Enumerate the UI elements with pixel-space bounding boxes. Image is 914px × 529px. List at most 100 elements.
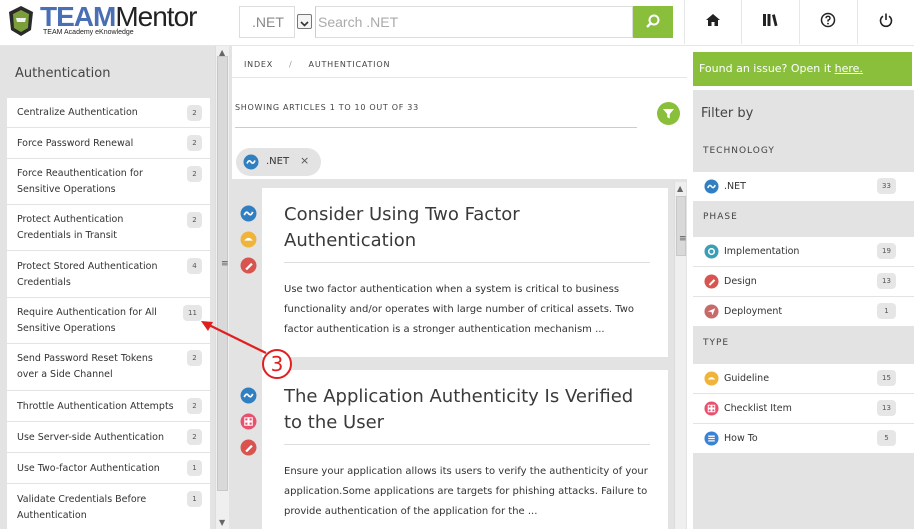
list-item-label: Use Server-side Authentication — [17, 432, 164, 443]
list-item[interactable]: Send Password Reset Tokens over a Side C… — [7, 344, 210, 391]
count-badge: 4 — [187, 258, 202, 274]
team-mentor-logo[interactable]: TEAMMentor TEAM Academy eKnowledge — [6, 1, 206, 42]
filter-item-checklist[interactable]: Checklist Item 13 — [693, 394, 914, 423]
filter-item-implementation[interactable]: Implementation 19 — [693, 237, 914, 266]
list-item-label: Send Password Reset Tokens over a Side C… — [17, 353, 153, 380]
guideline-icon — [240, 231, 257, 248]
article-title[interactable]: Consider Using Two Factor Authentication — [284, 202, 644, 254]
breadcrumb: INDEX / AUTHENTICATION — [244, 60, 390, 69]
filter-item-guideline[interactable]: Guideline 15 — [693, 364, 914, 393]
count-badge: 2 — [187, 105, 202, 121]
count-badge: 33 — [877, 178, 896, 194]
right-sidebar: Found an issue? Open it here. Filter by … — [687, 46, 914, 529]
article-tag-rail — [236, 188, 262, 357]
library-button[interactable] — [741, 0, 798, 44]
count-badge: 1 — [187, 491, 202, 507]
filter-item-label: Implementation — [724, 246, 800, 257]
articles-scrollbar[interactable]: ▲ ≡ — [674, 182, 687, 529]
checklist-icon — [704, 401, 719, 416]
filter-toggle-button[interactable] — [657, 102, 680, 125]
scrollbar-thumb[interactable]: ≡ — [217, 56, 229, 491]
implementation-icon — [704, 244, 719, 259]
logo-brand: TEAM — [40, 1, 116, 32]
filter-item-label: Checklist Item — [724, 403, 792, 414]
issue-banner: Found an issue? Open it here. — [693, 52, 912, 86]
list-item-label: Protect Stored Authentication Credential… — [17, 261, 158, 288]
sidebar-title: Authentication — [7, 54, 210, 98]
active-filter-chip: .NET × — [236, 148, 321, 176]
design-icon — [704, 274, 719, 289]
count-badge: 15 — [877, 370, 896, 386]
list-item[interactable]: Use Server-side Authentication 2 — [7, 422, 210, 453]
list-item-label: Force Reauthentication for Sensitive Ope… — [17, 168, 143, 195]
article-summary: Ensure your application allows its users… — [284, 466, 648, 517]
search-button[interactable] — [633, 6, 673, 38]
count-badge: 2 — [187, 212, 202, 228]
issue-link[interactable]: here. — [835, 62, 863, 75]
filter-item-label: Design — [724, 276, 757, 287]
search-icon — [646, 14, 660, 28]
dotnet-icon — [704, 179, 719, 194]
howto-icon — [704, 431, 719, 446]
article-card[interactable]: Consider Using Two Factor Authentication… — [236, 188, 668, 357]
article-card[interactable]: The Application Authenticity Is Verified… — [236, 370, 668, 529]
dotnet-icon — [243, 154, 259, 170]
filter-item-design[interactable]: Design 13 — [693, 267, 914, 296]
guideline-icon — [704, 371, 719, 386]
help-icon — [820, 12, 836, 28]
grip-icon: ≡ — [679, 234, 687, 244]
count-badge: 13 — [877, 400, 896, 416]
article-title[interactable]: The Application Authenticity Is Verified… — [284, 384, 644, 436]
list-item-label: Protect Authentication Credentials in Tr… — [17, 214, 124, 241]
list-item-label: Use Two-factor Authentication — [17, 463, 160, 474]
list-item[interactable]: Force Password Renewal 2 — [7, 128, 210, 159]
list-item[interactable]: Require Authentication for All Sensitive… — [7, 298, 210, 344]
scrollbar-thumb[interactable]: ≡ — [676, 196, 687, 256]
scroll-down-icon[interactable]: ▼ — [219, 519, 225, 527]
article-list: Consider Using Two Factor Authentication… — [232, 179, 687, 529]
help-button[interactable] — [799, 0, 856, 44]
list-item-label: Require Authentication for All Sensitive… — [17, 307, 157, 334]
main-content: INDEX / AUTHENTICATION SHOWING ARTICLES 1 … — [232, 46, 687, 529]
dotnet-icon — [240, 387, 257, 404]
list-item[interactable]: Protect Stored Authentication Credential… — [7, 251, 210, 298]
list-item[interactable]: Force Reauthentication for Sensitive Ope… — [7, 159, 210, 205]
logo-subtitle: TEAM Academy eKnowledge — [43, 29, 134, 36]
design-icon — [240, 439, 257, 456]
list-item[interactable]: Centralize Authentication 2 — [7, 98, 210, 128]
library-icon — [763, 14, 778, 27]
list-item[interactable]: Validate Credentials Before Authenticati… — [7, 484, 210, 529]
list-item[interactable]: Use Two-factor Authentication 1 — [7, 453, 210, 484]
chevron-down-icon[interactable] — [297, 14, 312, 29]
home-button[interactable] — [684, 0, 741, 44]
deployment-icon — [704, 304, 719, 319]
list-item-label: Validate Credentials Before Authenticati… — [17, 494, 147, 521]
count-badge: 1 — [877, 303, 896, 319]
count-badge: 1 — [187, 460, 202, 476]
breadcrumb-index-link[interactable]: INDEX — [244, 60, 273, 69]
count-badge: 2 — [187, 166, 202, 182]
count-badge: 2 — [187, 429, 202, 445]
count-badge: 19 — [877, 243, 896, 259]
search-input[interactable]: Search .NET — [315, 6, 633, 38]
sidebar-scrollbar[interactable]: ▲ ≡ ▼ — [215, 46, 229, 529]
phase-section-title: PHASE — [703, 212, 738, 222]
count-badge: 2 — [187, 398, 202, 414]
filter-item-label: Guideline — [724, 373, 770, 384]
technology-select[interactable]: .NET — [239, 6, 295, 38]
checklist-icon — [240, 413, 257, 430]
article-tag-rail — [236, 370, 262, 529]
power-icon — [879, 13, 893, 28]
logo-suffix: Mentor — [115, 1, 197, 32]
filter-item-deployment[interactable]: Deployment 1 — [693, 297, 914, 326]
results-count: SHOWING ARTICLES 1 TO 10 OUT OF 33 — [235, 103, 419, 112]
filter-item-howto[interactable]: How To 5 — [693, 424, 914, 453]
remove-filter-button[interactable]: × — [300, 154, 309, 167]
list-item[interactable]: Protect Authentication Credentials in Tr… — [7, 205, 210, 251]
logout-button[interactable] — [857, 0, 914, 44]
filter-item-dotnet[interactable]: .NET 33 — [693, 172, 914, 201]
scroll-up-icon[interactable]: ▲ — [677, 185, 683, 193]
list-item[interactable]: Throttle Authentication Attempts 2 — [7, 391, 210, 422]
home-icon — [706, 14, 720, 26]
divider — [235, 127, 637, 128]
